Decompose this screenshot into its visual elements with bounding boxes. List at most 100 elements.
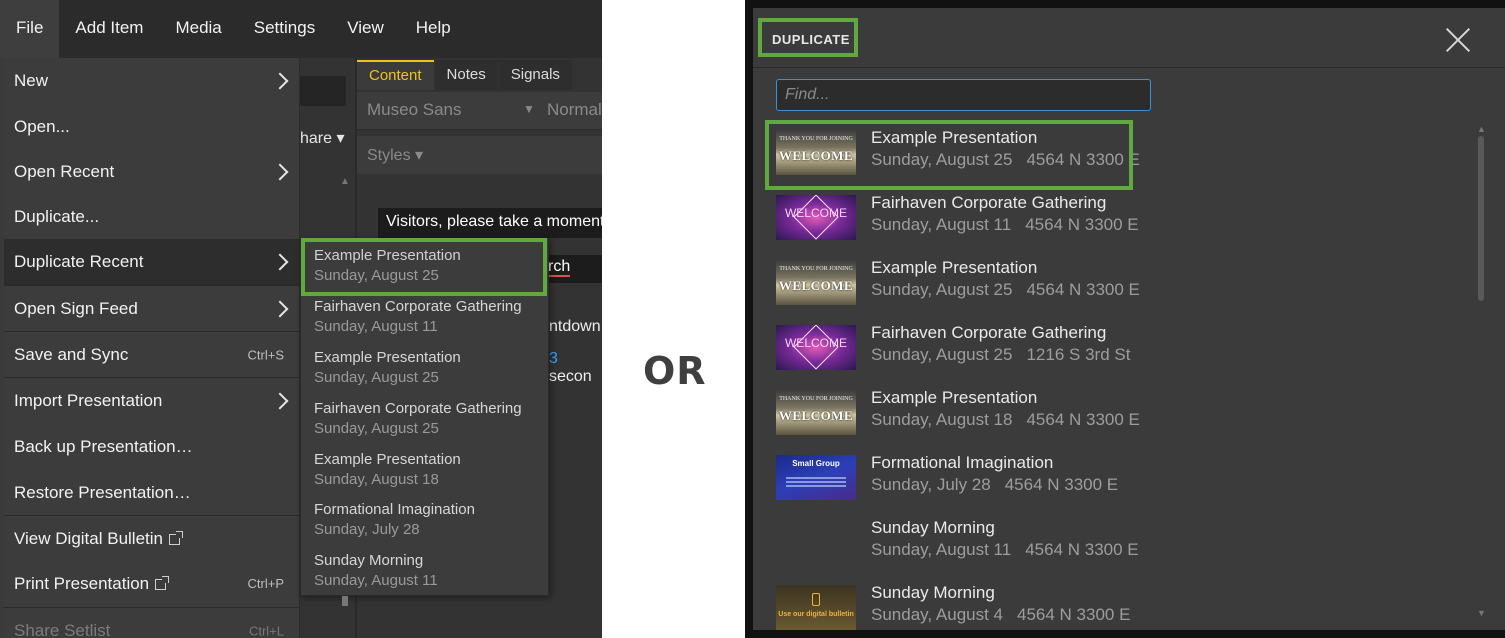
share-dropdown[interactable]: hare ▾: [300, 128, 345, 148]
list-item[interactable]: Small Group Formational Imagination Sunday…: [753, 445, 1473, 510]
close-icon[interactable]: [1443, 25, 1473, 55]
list-item-address: 4564 N 3300 E: [1004, 475, 1119, 494]
submenu-item[interactable]: Sunday Morning Sunday, August 11: [314, 552, 546, 589]
scrollbar-thumb[interactable]: [1478, 136, 1484, 301]
menu-item-open-recent[interactable]: Open Recent: [4, 149, 300, 194]
list-item-address: 1216 S 3rd St: [1026, 345, 1131, 364]
menu-item-duplicate-recent[interactable]: Duplicate Recent: [4, 239, 300, 285]
menu-item-print-presentation[interactable]: Print Presentation Ctrl+P: [4, 561, 300, 607]
menu-item-view-digital-bulletin[interactable]: View Digital Bulletin: [4, 516, 300, 561]
menu-help[interactable]: Help: [400, 0, 467, 58]
thumbnail-text-lines: [786, 477, 846, 479]
tab-content[interactable]: Content: [357, 60, 434, 90]
duplicate-dialog: DUPLICATE THANK YOU FOR JOINING WELCOME Ex…: [753, 8, 1505, 630]
styles-dropdown[interactable]: Styles ▾: [367, 145, 423, 165]
presentation-thumbnail: THANK YOU FOR JOINING WELCOME: [776, 260, 856, 305]
font-family-select[interactable]: Museo Sans: [367, 100, 462, 120]
list-item-title: Example Presentation: [871, 258, 1038, 277]
menu-item-back-up-presentation[interactable]: Back up Presentation…: [4, 424, 300, 470]
chevron-right-icon: [271, 72, 289, 90]
submenu-item[interactable]: Example Presentation Sunday, August 25: [314, 349, 546, 386]
submenu-item-date: Sunday, August 18: [314, 471, 439, 488]
find-input[interactable]: [776, 79, 1151, 111]
thumbnail-label: Use our digital bulletin: [778, 611, 854, 618]
tab-notes[interactable]: Notes: [434, 60, 498, 90]
list-item-details: Sunday, August 25 4564 N 3300 E: [871, 280, 1140, 300]
list-item[interactable]: THANK YOU FOR JOINING WELCOME Example Pres…: [753, 380, 1473, 445]
font-weight-select[interactable]: Normal: [547, 100, 602, 120]
list-item-date: Sunday, August 25: [871, 280, 1013, 299]
presentation-thumbnail: Use our digital bulletin: [776, 585, 856, 630]
font-toolbar: Museo Sans ▼ Normal: [357, 92, 602, 130]
scroll-up-icon[interactable]: ▲: [340, 176, 350, 187]
external-link-icon: [155, 576, 170, 591]
chevron-right-icon: [271, 392, 289, 410]
dialog-header: DUPLICATE: [753, 8, 1505, 68]
menu-item-save-and-sync[interactable]: Save and Sync Ctrl+S: [4, 332, 300, 377]
list-item-title: Fairhaven Corporate Gathering: [871, 193, 1107, 212]
list-item-details: Sunday, August 4 4564 N 3300 E: [871, 605, 1130, 625]
menu-item-label: New: [14, 71, 49, 90]
menu-item-label: Import Presentation: [14, 391, 163, 410]
menu-file[interactable]: File: [0, 0, 60, 58]
list-item-details: Sunday, August 25 1216 S 3rd St: [871, 345, 1130, 365]
list-item[interactable]: Sunday Morning Sunday, August 11 4564 N 33…: [753, 510, 1473, 575]
slide-text-church[interactable]: rch: [548, 255, 602, 283]
menu-item-duplicate[interactable]: Duplicate...: [4, 194, 300, 239]
highlight-box: [765, 120, 1133, 190]
scroll-down-icon[interactable]: ▼: [1477, 608, 1486, 618]
submenu-item[interactable]: Fairhaven Corporate Gathering Sunday, Au…: [314, 400, 546, 437]
presentation-thumbnail: Small Group: [776, 455, 856, 500]
menu-item-label: Duplicate Recent: [14, 252, 144, 271]
submenu-item[interactable]: Example Presentation Sunday, August 18: [314, 451, 546, 488]
submenu-item[interactable]: Fairhaven Corporate Gathering Sunday, Au…: [314, 298, 546, 335]
seconds-number: 3: [549, 350, 558, 367]
caret-down-icon[interactable]: ▼: [523, 102, 535, 116]
phone-icon: [812, 593, 820, 606]
submenu-item[interactable]: Formational Imagination Sunday, July 28: [314, 501, 546, 538]
thumbnail-label: WELCOME: [784, 206, 847, 220]
menu-item-restore-presentation[interactable]: Restore Presentation…: [4, 470, 300, 515]
menu-view[interactable]: View: [331, 0, 400, 58]
menu-item-label: View Digital Bulletin: [14, 529, 163, 548]
slide-text-countdown[interactable]: ntdown: [549, 318, 601, 336]
shortcut-label: Ctrl+L: [248, 623, 284, 638]
menu-item-open[interactable]: Open...: [4, 104, 300, 149]
list-item-date: Sunday, August 11: [871, 215, 1012, 234]
highlight-box: [301, 238, 547, 296]
menu-add-item[interactable]: Add Item: [59, 0, 159, 58]
submenu-item-date: Sunday, August 25: [314, 420, 439, 437]
menu-item-open-sign-feed[interactable]: Open Sign Feed: [4, 286, 300, 331]
slide-text-visitors[interactable]: Visitors, please take a moment: [378, 208, 602, 238]
list-item-date: Sunday, August 25: [871, 345, 1013, 364]
left-screenshot-panel: File Add Item Media Settings View Help h…: [0, 0, 602, 638]
menu-settings[interactable]: Settings: [238, 0, 331, 58]
submenu-item-title: Fairhaven Corporate Gathering: [314, 298, 522, 315]
menu-item-label: Save and Sync: [14, 345, 129, 364]
list-item[interactable]: THANK YOU FOR JOINING WELCOME Example Pres…: [753, 250, 1473, 315]
tab-signals[interactable]: Signals: [498, 60, 572, 90]
thumbnail-label: WELCOME: [778, 278, 854, 293]
slide-text-seconds[interactable]: 3 secon: [549, 350, 602, 386]
highlight-box: [758, 18, 858, 57]
menu-item-new[interactable]: New: [4, 58, 300, 104]
list-item-title: Sunday Morning: [871, 583, 995, 602]
menubar: File Add Item Media Settings View Help: [0, 0, 602, 58]
scroll-up-icon[interactable]: ▲: [1477, 124, 1486, 134]
submenu-item-date: Sunday, August 25: [314, 369, 439, 386]
styles-toolbar: Styles ▾: [357, 136, 602, 174]
submenu-item-title: Sunday Morning: [314, 552, 424, 569]
editor-search-box[interactable]: [300, 76, 346, 106]
list-item-details: Sunday, August 11 4564 N 3300 E: [871, 215, 1139, 235]
scrollbar-thumb[interactable]: [342, 596, 348, 606]
menu-item-import-presentation[interactable]: Import Presentation: [4, 378, 300, 424]
presentation-thumbnail: WELCOME: [776, 325, 856, 370]
menu-item-share-setlist[interactable]: Share Setlist Ctrl+L: [4, 608, 300, 638]
list-item-date: Sunday, August 18: [871, 410, 1013, 429]
list-item[interactable]: WELCOME Fairhaven Corporate Gathering Sund…: [753, 185, 1473, 250]
list-item[interactable]: Use our digital bulletin Sunday Morning Su…: [753, 575, 1473, 630]
menu-media[interactable]: Media: [159, 0, 237, 58]
menu-item-label: Open...: [14, 117, 70, 136]
menu-item-label: Duplicate...: [14, 207, 100, 226]
list-item[interactable]: WELCOME Fairhaven Corporate Gathering Sund…: [753, 315, 1473, 380]
